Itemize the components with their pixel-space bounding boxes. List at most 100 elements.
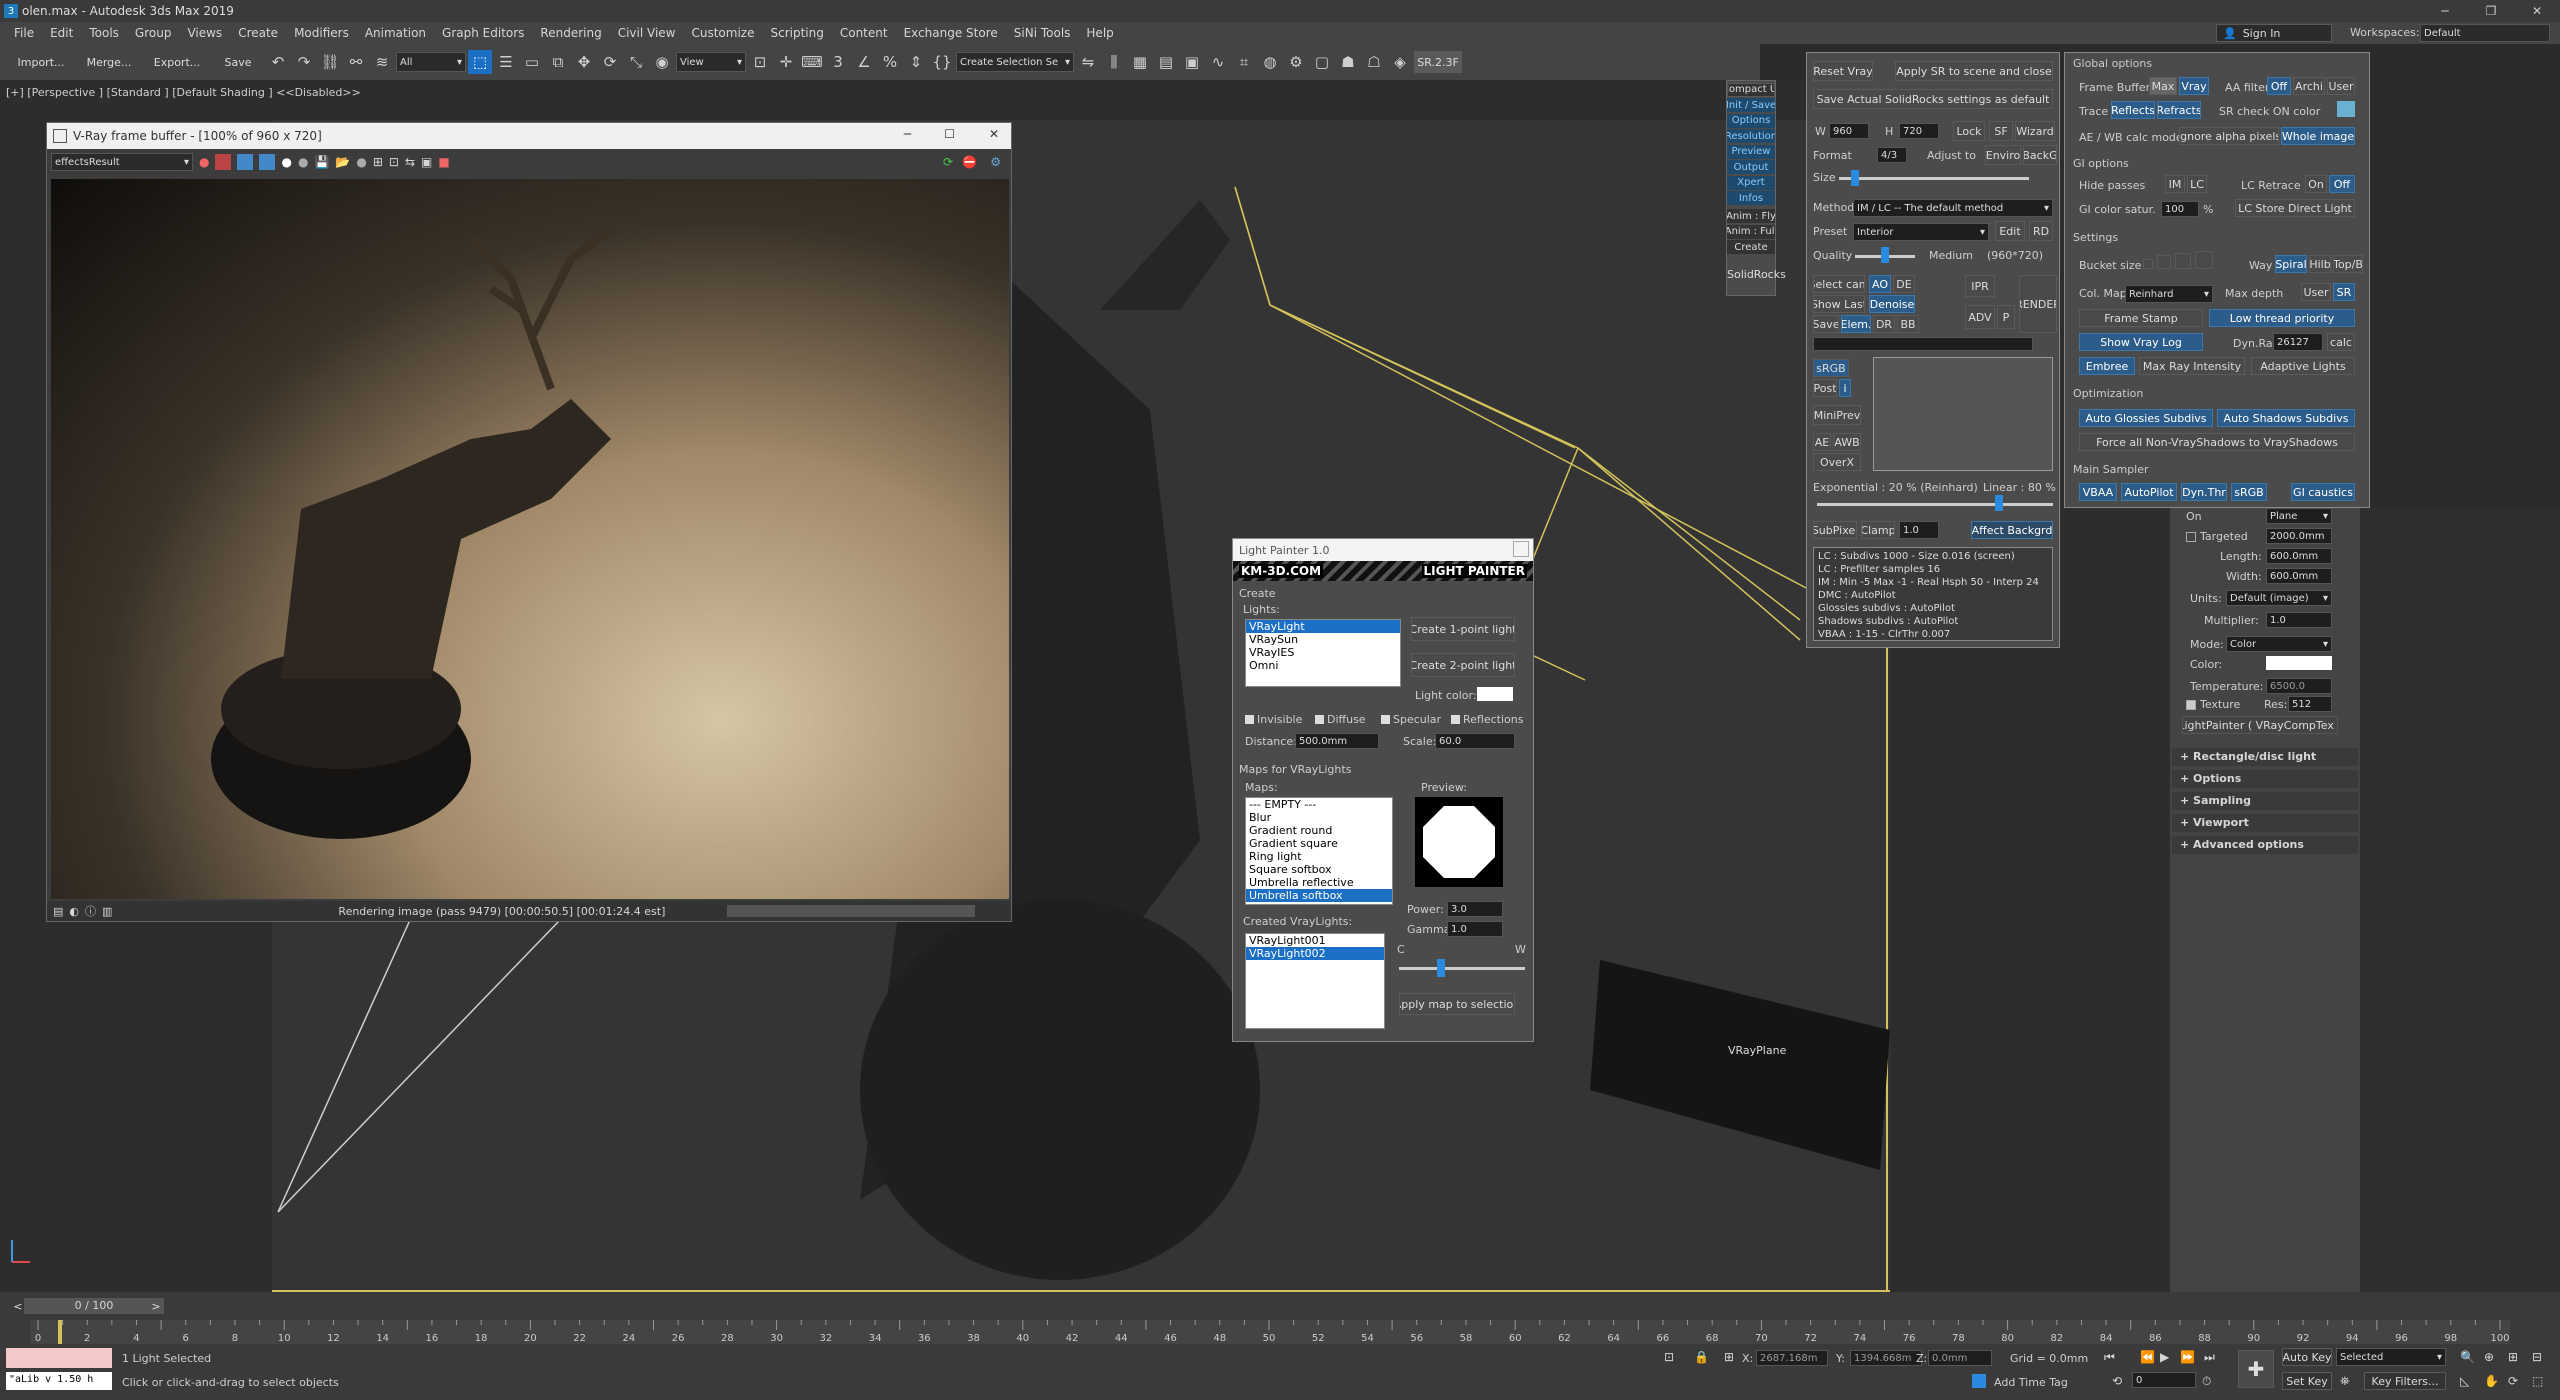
window-crossing-icon[interactable]: ⧉ — [546, 50, 570, 74]
create-1-point-button[interactable]: Create 1-point light — [1411, 617, 1515, 641]
render-refresh-icon[interactable]: ⟳ — [943, 155, 953, 169]
list-item[interactable]: Blur — [1246, 811, 1392, 824]
aspect-field[interactable]: 4/3 — [1877, 147, 1907, 163]
pivot-center-icon[interactable]: ⊡ — [748, 50, 772, 74]
scene-explorer-icon[interactable]: ▦ — [1128, 50, 1152, 74]
pixel-info-icon[interactable]: ⓘ — [85, 903, 96, 919]
list-item[interactable]: Gradient round — [1246, 824, 1392, 837]
subpixel-button[interactable]: SubPixel — [1813, 521, 1857, 539]
render-iterative-icon[interactable]: ☖ — [1362, 50, 1386, 74]
temperature-field[interactable]: 6500.0 — [2266, 678, 2332, 694]
elem-button[interactable]: Elem. — [1841, 315, 1871, 333]
lp-close-icon[interactable] — [1513, 541, 1529, 557]
list-item[interactable]: Ring light — [1246, 850, 1392, 863]
menu-edit[interactable]: Edit — [50, 26, 73, 40]
lc-retrace-off-button[interactable]: Off — [2329, 175, 2355, 193]
way-hilb-button[interactable]: Hilb — [2309, 255, 2331, 273]
menu-views[interactable]: Views — [187, 26, 222, 40]
gamma-field[interactable]: 1.0 — [1447, 921, 1503, 937]
selection-filter-select[interactable]: All ▾ — [396, 52, 466, 72]
list-item[interactable]: Square softbox — [1246, 863, 1392, 876]
key-mode-icon[interactable]: ⟲ — [2112, 1374, 2122, 1388]
sr-save-button[interactable]: Save — [1813, 315, 1839, 333]
maximize-viewport-icon[interactable]: ⬚ — [2532, 1374, 2543, 1388]
awb-button[interactable]: AWB — [1833, 433, 1861, 451]
lc-store-direct-light-button[interactable]: LC Store Direct Light — [2235, 199, 2355, 217]
key-selection-select[interactable]: Selected ▾ — [2336, 1348, 2446, 1366]
select-cam-button[interactable]: Select cam — [1813, 275, 1865, 293]
rollout-advanced-options[interactable]: + Advanced options — [2172, 836, 2358, 854]
redo-icon[interactable]: ↷ — [292, 50, 316, 74]
adaptive-lights-button[interactable]: Adaptive Lights — [2251, 357, 2355, 375]
scale-field[interactable]: 60.0 — [1435, 733, 1515, 749]
sr-side-xpert[interactable]: Xpert — [1727, 175, 1775, 190]
rectangular-selection-icon[interactable]: ▭ — [520, 50, 544, 74]
pan-icon[interactable]: ✋ — [2484, 1374, 2499, 1388]
menu-rendering[interactable]: Rendering — [540, 26, 601, 40]
set-key-button[interactable]: Set Key — [2282, 1372, 2332, 1390]
fb-max-button[interactable]: Max — [2149, 77, 2177, 95]
edit-preset-button[interactable]: Edit — [1995, 221, 2025, 241]
color-channels-icon[interactable]: ● — [199, 155, 209, 169]
prev-frame-icon[interactable]: ⏪ — [2140, 1350, 2155, 1364]
workspaces-select[interactable]: Default — [2420, 24, 2550, 42]
sr-side-anim-full[interactable]: Anim : Full — [1727, 224, 1775, 239]
exposure-slider-thumb[interactable] — [1995, 495, 2003, 511]
render-setup-icon[interactable]: ⚙ — [1284, 50, 1308, 74]
multiplier-field[interactable]: 1.0 — [2266, 612, 2332, 628]
lp-light-color-swatch[interactable] — [1477, 687, 1513, 701]
autopilot-button[interactable]: AutoPilot — [2121, 483, 2177, 501]
rollout-sampling[interactable]: + Sampling — [2172, 792, 2358, 810]
overx-button[interactable]: OverX — [1813, 453, 1861, 471]
angle-snap-icon[interactable]: ∠ — [852, 50, 876, 74]
embree-button[interactable]: Embree — [2079, 357, 2135, 375]
named-selection-select[interactable]: Create Selection Se ▾ — [956, 52, 1074, 72]
light-color-swatch[interactable] — [2266, 656, 2332, 670]
power-field[interactable]: 3.0 — [1447, 901, 1503, 917]
timeline-keyframe-marker[interactable] — [58, 1320, 62, 1344]
y-coordinate-field[interactable]: 1394.668m — [1850, 1350, 1922, 1366]
p-button[interactable]: P — [1997, 305, 2015, 329]
res-field[interactable]: 512 — [2288, 696, 2332, 712]
ao-button[interactable]: AO — [1869, 275, 1891, 293]
percent-snap-icon[interactable]: % — [878, 50, 902, 74]
wizard-button[interactable]: Wizard — [2015, 121, 2055, 141]
distance-field[interactable]: 500.0mm — [1295, 733, 1379, 749]
history-icon[interactable]: ▤ — [53, 905, 63, 918]
curve-editor-icon[interactable]: ∿ — [1206, 50, 1230, 74]
keyboard-shortcut-icon[interactable]: ⌨ — [800, 50, 824, 74]
aa-user-button[interactable]: User — [2327, 77, 2355, 95]
zoom-extents-all-icon[interactable]: ⊟ — [2532, 1350, 2542, 1364]
vfb-minimize-icon[interactable]: ─ — [904, 127, 911, 141]
lp-lights-list[interactable]: VRayLight VRaySun VRayIES Omni — [1245, 619, 1401, 687]
selection-lock-icon[interactable]: 🔒 — [1694, 1350, 1709, 1364]
key-filter-icon[interactable]: ⛯ — [2340, 1374, 2350, 1389]
reflects-button[interactable]: Reflects — [2111, 101, 2155, 119]
current-frame-field[interactable]: 0 — [2132, 1372, 2196, 1388]
targeted-field[interactable]: 2000.0mm — [2266, 528, 2332, 544]
units-select[interactable]: Default (image) ▾ — [2226, 590, 2332, 606]
light-type-select[interactable]: Plane ▾ — [2266, 508, 2332, 524]
apply-map-to-selection-button[interactable]: Apply map to selection — [1399, 993, 1515, 1015]
frame-stamp-button[interactable]: Frame Stamp — [2079, 309, 2203, 327]
schematic-view-icon[interactable]: ⌗ — [1232, 50, 1256, 74]
spinner-snap-icon[interactable]: ⇕ — [904, 50, 928, 74]
lc-retrace-on-button[interactable]: On — [2305, 175, 2327, 193]
lightpainter-texmap-button[interactable]: LightPainter ( VRayCompTex ) — [2182, 716, 2338, 734]
fov-icon[interactable]: ◺ — [2460, 1374, 2469, 1388]
max-depth-user-button[interactable]: User — [2301, 283, 2331, 301]
reflections-checkbox[interactable] — [1451, 715, 1460, 724]
green-channel-icon[interactable] — [237, 154, 254, 170]
list-item[interactable]: VRayLight002 — [1246, 947, 1384, 960]
maxscript-listener[interactable] — [6, 1348, 112, 1368]
lp-cw-slider[interactable] — [1399, 967, 1525, 970]
rendered-frame-window-icon[interactable]: ▢ — [1310, 50, 1334, 74]
menu-graph-editors[interactable]: Graph Editors — [442, 26, 524, 40]
list-item[interactable]: VRayIES — [1246, 646, 1400, 659]
quality-slider-thumb[interactable] — [1881, 247, 1889, 263]
sr-side-anim-fly[interactable]: Anim : Fly — [1727, 209, 1775, 223]
merge-button[interactable]: Merge... — [76, 50, 142, 74]
reference-coord-select[interactable]: View ▾ — [676, 52, 746, 72]
enviro-button[interactable]: Enviro — [1985, 145, 2021, 165]
rollout-viewport[interactable]: + Viewport — [2172, 814, 2358, 832]
